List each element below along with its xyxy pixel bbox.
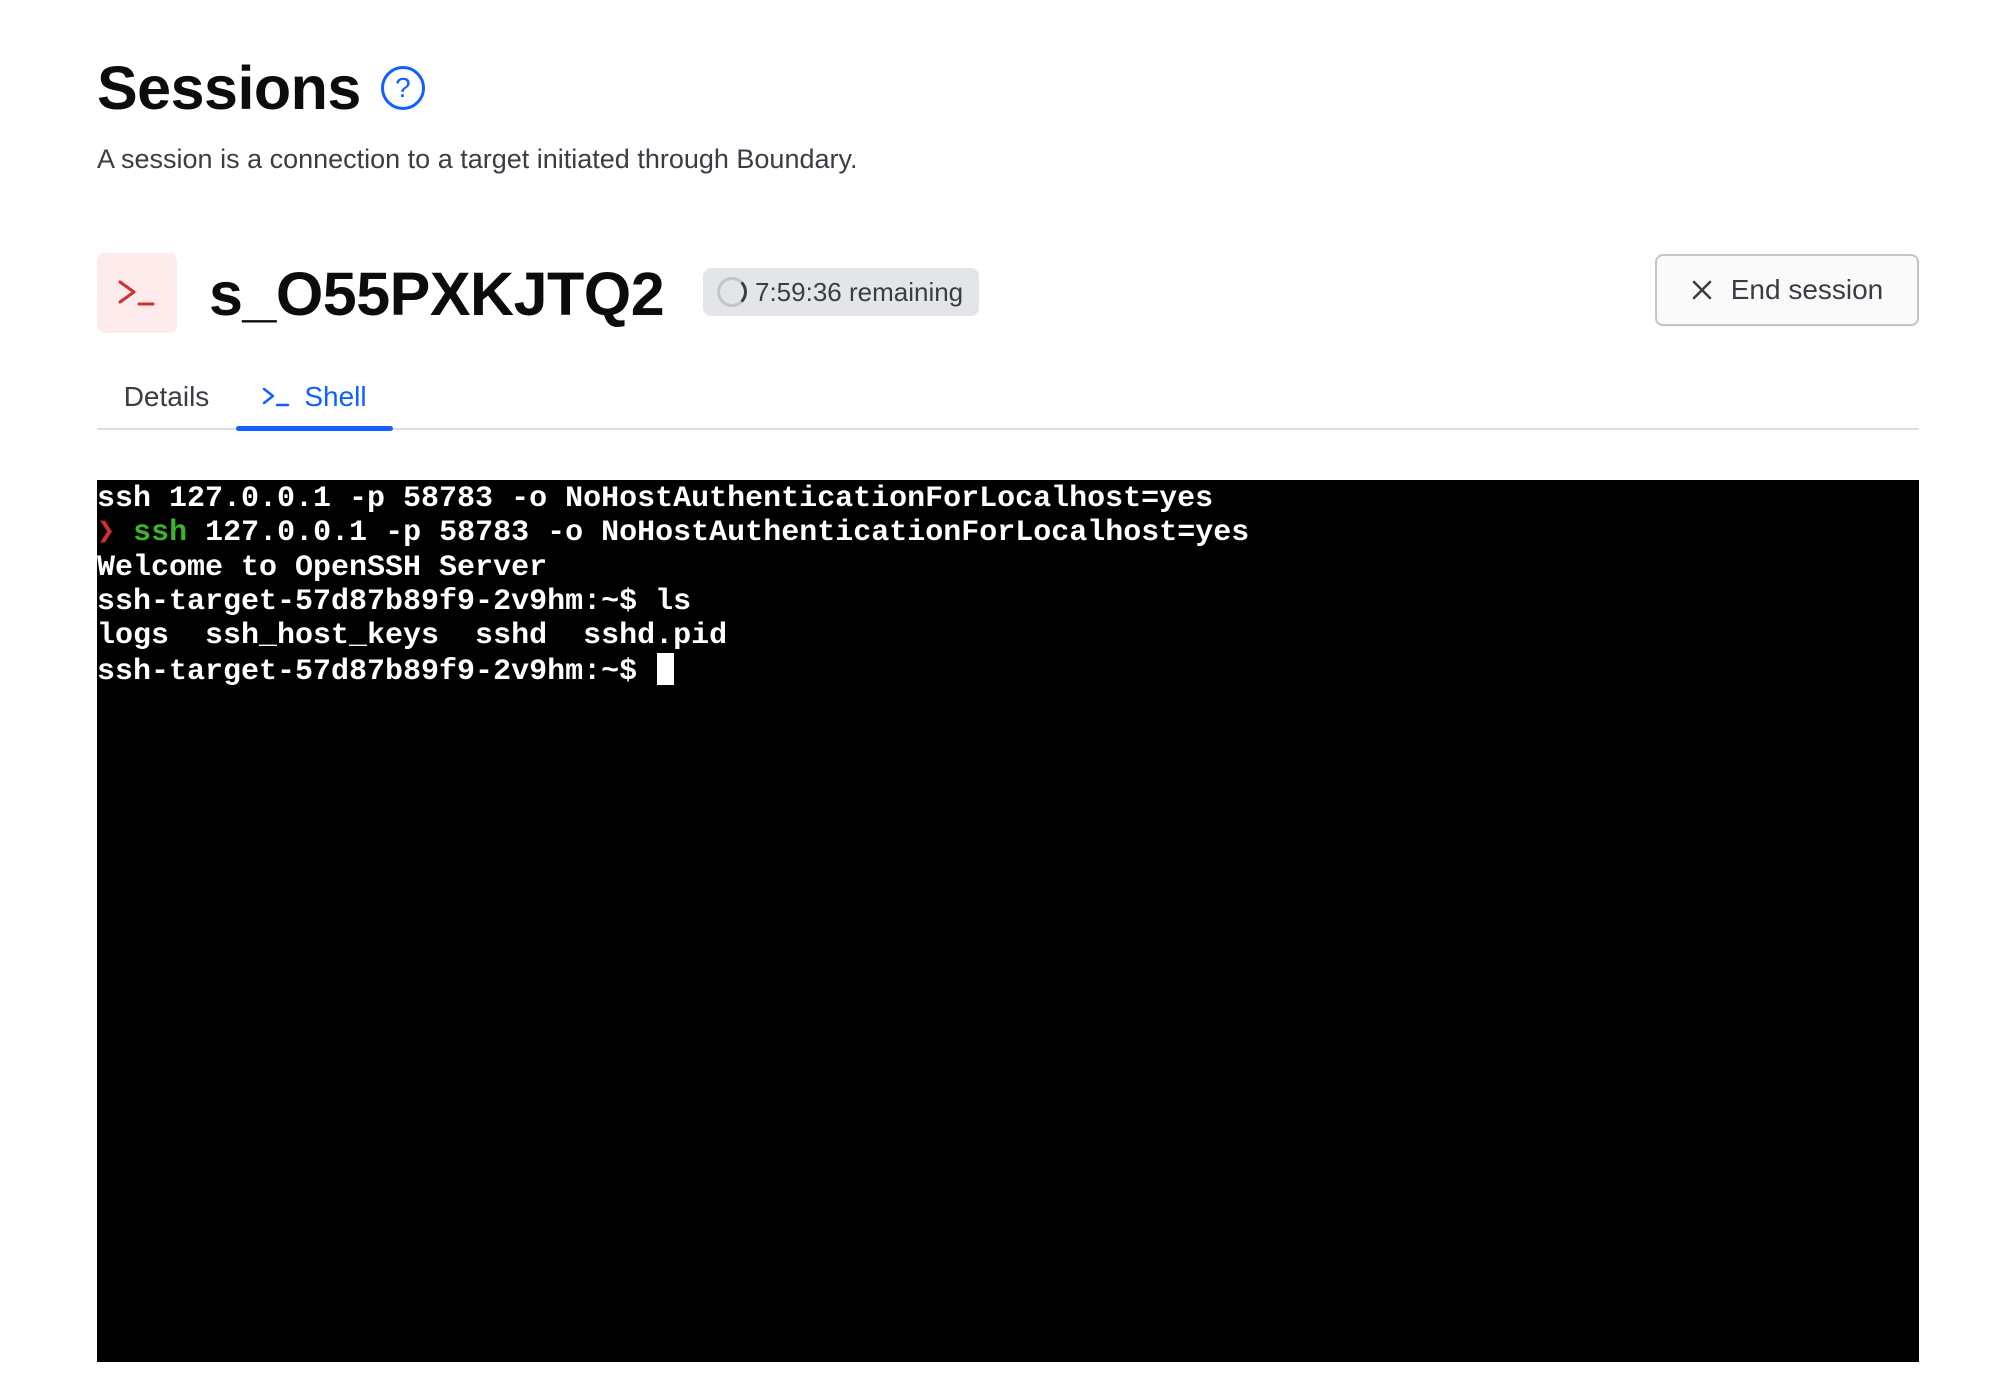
session-tabs: Details Shell [97,364,1919,431]
terminal-line: ❯ ssh 127.0.0.1 -p 58783 -o NoHostAuthen… [97,516,1919,550]
shell-terminal[interactable]: ssh 127.0.0.1 -p 58783 -o NoHostAuthenti… [97,480,1919,1362]
close-icon [1691,279,1713,301]
end-session-button[interactable]: End session [1655,254,1919,326]
terminal-command: ssh [133,516,188,551]
terminal-line: ssh-target-57d87b89f9-2v9hm:~$ [97,653,1919,690]
terminal-cursor [657,653,675,686]
loading-spinner-icon [717,277,747,307]
terminal-command-args: 127.0.0.1 -p 58783 -o NoHostAuthenticati… [187,516,1250,551]
tab-details-label: Details [123,381,210,412]
page-title: Sessions [97,54,361,122]
active-tab-indicator [236,426,393,431]
terminal-line: Welcome to OpenSSH Server [97,550,548,585]
session-id: s_O55PXKJTQ2 [209,260,665,328]
question-circle-icon[interactable]: ? [380,66,425,110]
tab-details[interactable]: Details [97,364,236,430]
tab-shell[interactable]: Shell [236,364,393,430]
page-header: Sessions ? [97,52,425,124]
time-remaining-badge: 7:59:36 remaining [703,268,980,316]
terminal-line: ssh 127.0.0.1 -p 58783 -o NoHostAuthenti… [97,482,1214,516]
terminal-prompt-icon [97,253,177,333]
tab-shell-label: Shell [304,381,367,412]
end-session-label: End session [1730,274,1884,305]
terminal-prompt-icon [262,386,290,408]
terminal-line: ssh-target-57d87b89f9-2v9hm:~$ ls [97,584,692,619]
terminal-line: logs ssh_host_keys sshd sshd.pid [97,619,728,654]
page-subtitle: A session is a connection to a target in… [97,144,858,174]
time-remaining-text: 7:59:36 remaining [755,276,964,307]
terminal-prompt: ssh-target-57d87b89f9-2v9hm:~$ [97,655,656,690]
sessions-page: Sessions ? A session is a connection to … [0,0,1990,1382]
prompt-arrow-icon: ❯ [97,516,134,551]
